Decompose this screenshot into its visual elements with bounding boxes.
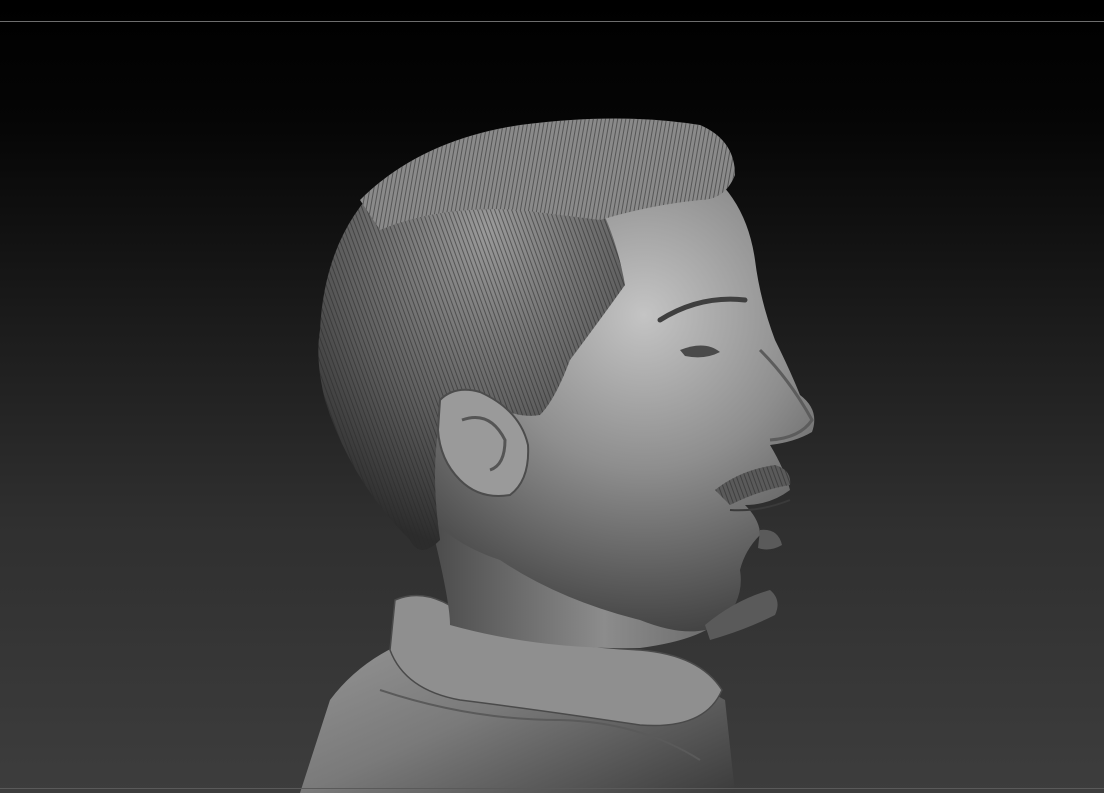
sculpt-viewport[interactable] xyxy=(0,0,1104,793)
sculpted-bust xyxy=(300,118,815,793)
viewport-bottom-border xyxy=(0,788,1104,789)
